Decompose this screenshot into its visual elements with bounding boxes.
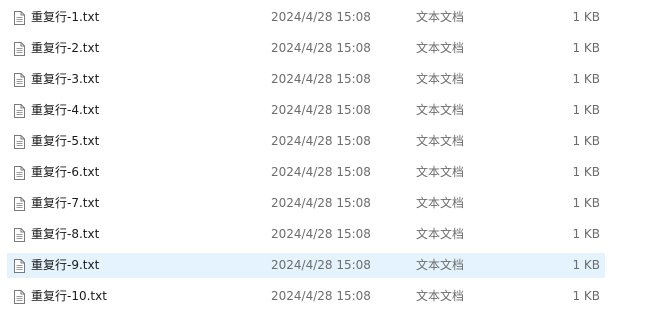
file-name: 重复行-3.txt [31, 72, 100, 86]
file-name: 重复行-10.txt [31, 289, 107, 303]
file-modified-date: 2024/4/28 15:08 [271, 10, 371, 24]
file-list: 重复行-1.txt 2024/4/28 15:08 文本文档 1 KB 重复行-… [0, 0, 646, 331]
file-type: 文本文档 [416, 10, 465, 24]
file-row[interactable]: 重复行-5.txt 2024/4/28 15:08 文本文档 1 KB [7, 129, 605, 154]
file-type: 文本文档 [416, 72, 465, 86]
file-modified-date: 2024/4/28 15:08 [271, 227, 371, 241]
file-type: 文本文档 [416, 196, 465, 210]
file-size: 1 KB [572, 196, 600, 210]
file-row[interactable]: 重复行-7.txt 2024/4/28 15:08 文本文档 1 KB [7, 191, 605, 216]
file-name: 重复行-2.txt [31, 41, 100, 55]
file-row[interactable]: 重复行-1.txt 2024/4/28 15:08 文本文档 1 KB [7, 5, 605, 30]
file-size: 1 KB [572, 103, 600, 117]
file-modified-date: 2024/4/28 15:08 [271, 134, 371, 148]
file-size: 1 KB [572, 134, 600, 148]
file-name: 重复行-4.txt [31, 103, 100, 117]
file-type: 文本文档 [416, 289, 465, 303]
file-type: 文本文档 [416, 103, 465, 117]
file-name: 重复行-7.txt [31, 196, 100, 210]
file-modified-date: 2024/4/28 15:08 [271, 258, 371, 272]
file-modified-date: 2024/4/28 15:08 [271, 289, 371, 303]
file-row[interactable]: 重复行-10.txt 2024/4/28 15:08 文本文档 1 KB [7, 284, 605, 309]
file-modified-date: 2024/4/28 15:08 [271, 165, 371, 179]
file-name: 重复行-1.txt [31, 10, 100, 24]
file-row-selected[interactable]: 重复行-9.txt 2024/4/28 15:08 文本文档 1 KB [7, 253, 605, 278]
text-document-icon [14, 166, 25, 180]
file-size: 1 KB [572, 289, 600, 303]
file-type: 文本文档 [416, 227, 465, 241]
text-document-icon [14, 290, 25, 304]
file-modified-date: 2024/4/28 15:08 [271, 103, 371, 117]
text-document-icon [14, 135, 25, 149]
file-type: 文本文档 [416, 134, 465, 148]
file-row[interactable]: 重复行-8.txt 2024/4/28 15:08 文本文档 1 KB [7, 222, 605, 247]
file-size: 1 KB [572, 165, 600, 179]
text-document-icon [14, 42, 25, 56]
file-row[interactable]: 重复行-3.txt 2024/4/28 15:08 文本文档 1 KB [7, 67, 605, 92]
file-modified-date: 2024/4/28 15:08 [271, 72, 371, 86]
file-row[interactable]: 重复行-2.txt 2024/4/28 15:08 文本文档 1 KB [7, 36, 605, 61]
file-name: 重复行-6.txt [31, 165, 100, 179]
text-document-icon [14, 197, 25, 211]
text-document-icon [14, 11, 25, 25]
file-name: 重复行-5.txt [31, 134, 100, 148]
text-document-icon [14, 73, 25, 87]
file-type: 文本文档 [416, 41, 465, 55]
file-row[interactable]: 重复行-4.txt 2024/4/28 15:08 文本文档 1 KB [7, 98, 605, 123]
text-document-icon [14, 259, 25, 273]
file-size: 1 KB [572, 72, 600, 86]
file-size: 1 KB [572, 258, 600, 272]
file-row[interactable]: 重复行-6.txt 2024/4/28 15:08 文本文档 1 KB [7, 160, 605, 185]
file-type: 文本文档 [416, 258, 465, 272]
file-type: 文本文档 [416, 165, 465, 179]
file-name: 重复行-9.txt [31, 258, 100, 272]
file-size: 1 KB [572, 10, 600, 24]
file-modified-date: 2024/4/28 15:08 [271, 41, 371, 55]
file-modified-date: 2024/4/28 15:08 [271, 196, 371, 210]
file-size: 1 KB [572, 227, 600, 241]
file-name: 重复行-8.txt [31, 227, 100, 241]
text-document-icon [14, 104, 25, 118]
text-document-icon [14, 228, 25, 242]
file-size: 1 KB [572, 41, 600, 55]
